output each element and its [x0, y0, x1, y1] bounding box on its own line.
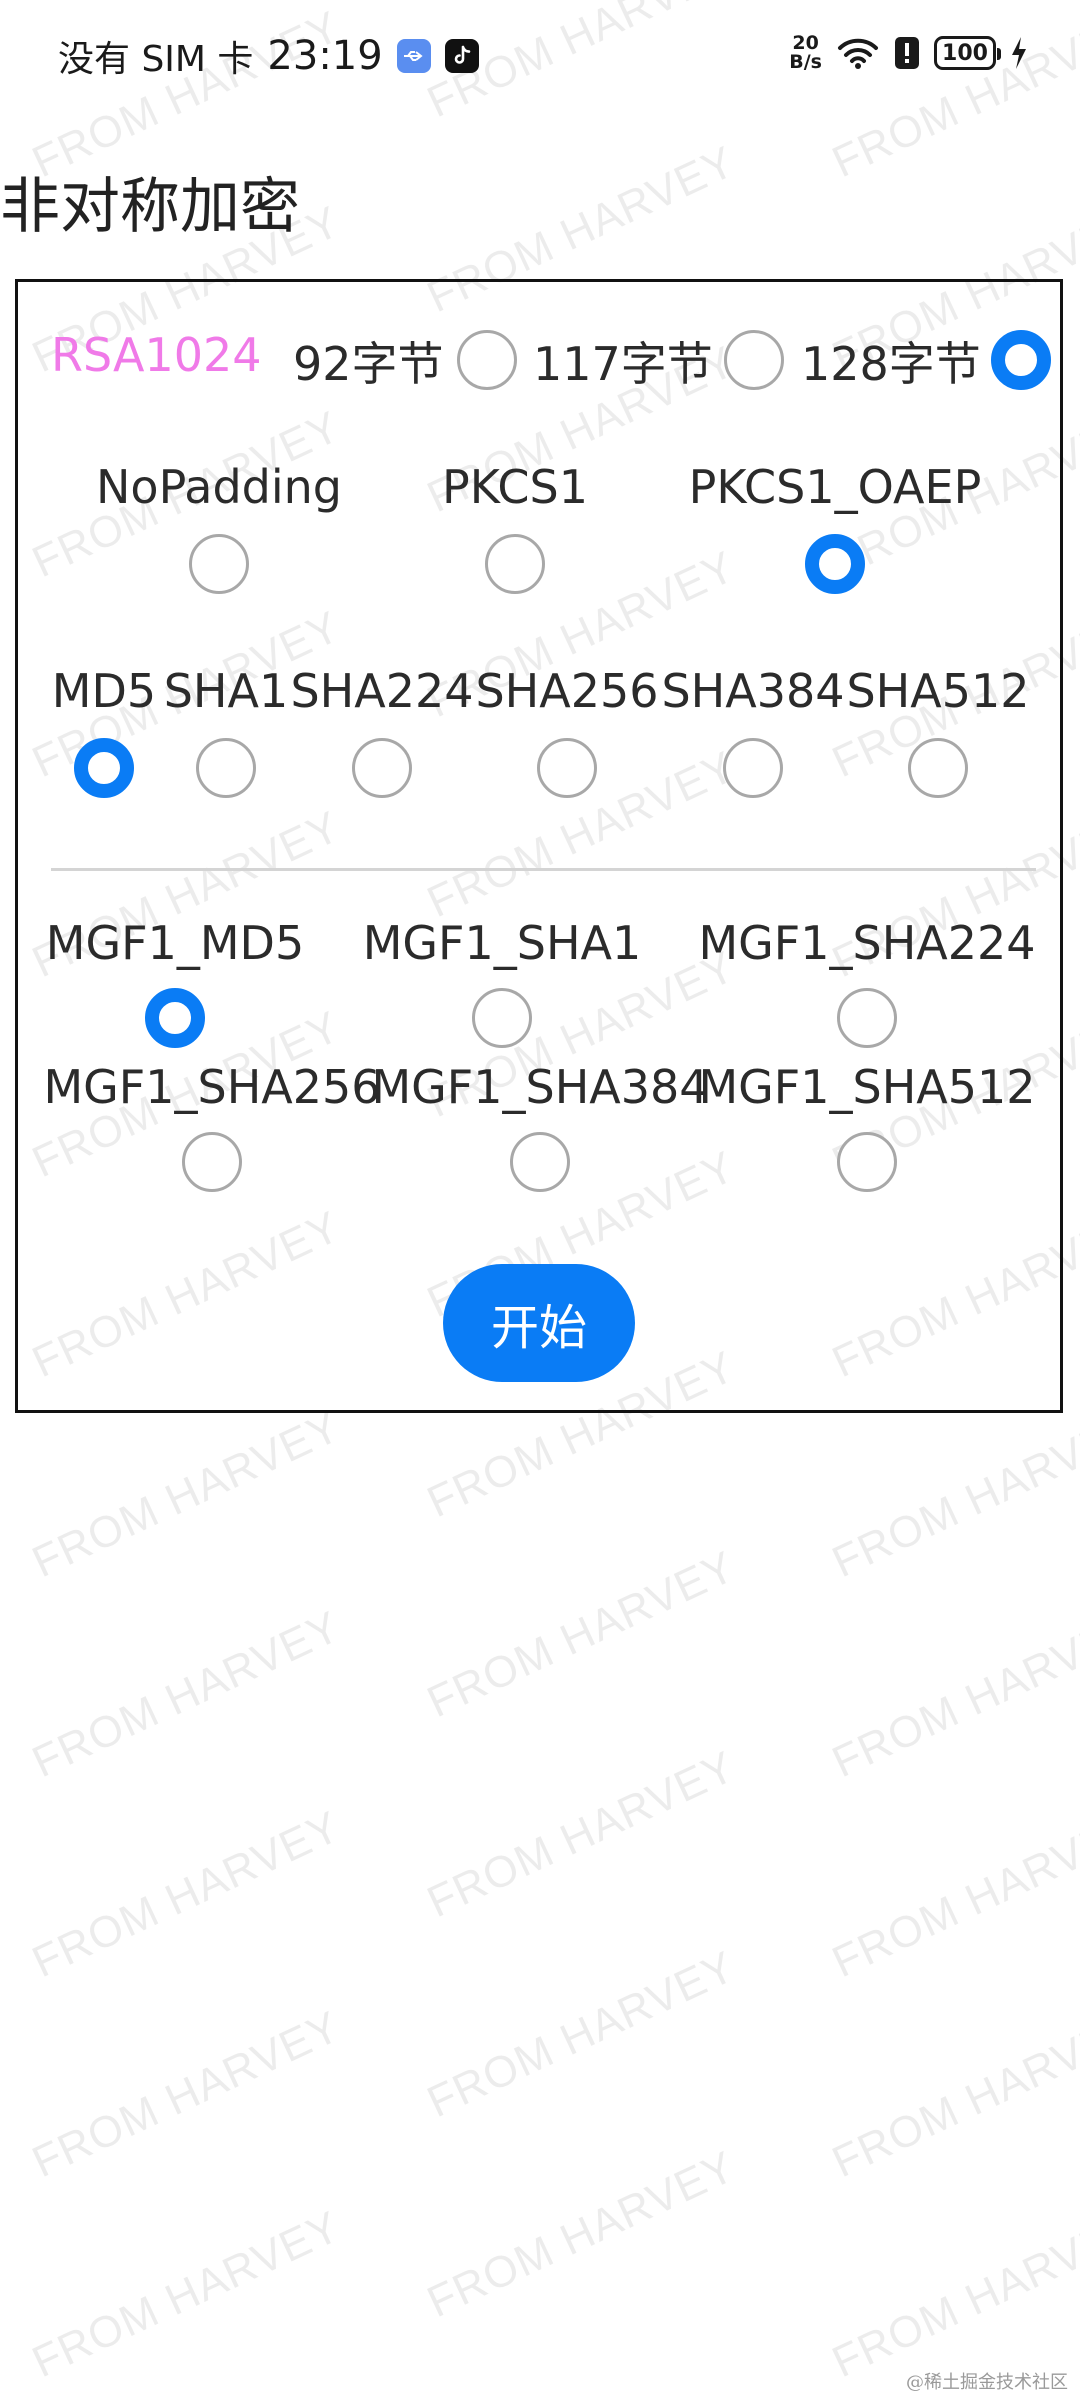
watermark-text: FROM HARVEY [25, 2001, 348, 2188]
watermark-text: FROM HARVEY [825, 2201, 1080, 2388]
charging-icon [1010, 36, 1028, 70]
padding-pkcs1-radio[interactable] [485, 534, 545, 594]
clock: 23:19 [267, 33, 383, 79]
mgf-sha1-radio[interactable] [472, 988, 532, 1048]
section-divider [51, 868, 1036, 871]
algorithm-label: RSA1024 [51, 328, 262, 382]
mgf-md5-radio[interactable] [145, 988, 205, 1048]
watermark-text: FROM HARVEY [25, 2201, 348, 2388]
key-size-128-radio[interactable] [991, 330, 1051, 390]
watermark-text: FROM HARVEY [825, 1401, 1080, 1588]
digest-label-sha224: SHA224 [290, 664, 474, 718]
watermark-text: FROM HARVEY [420, 1541, 743, 1728]
mgf-label-md5: MGF1_MD5 [45, 916, 305, 970]
mgf-sha384-radio[interactable] [510, 1132, 570, 1192]
tiktok-icon [444, 39, 479, 73]
source-watermark: @稀土掘金技术社区 [906, 2372, 1068, 2393]
battery-icon: 100 [934, 36, 1001, 70]
padding-label-nopadding: NoPadding [96, 460, 342, 514]
watermark-text: FROM HARVEY [25, 1401, 348, 1588]
digest-sha224-radio[interactable] [352, 738, 412, 798]
key-size-117-radio[interactable] [724, 330, 784, 390]
padding-label-pkcs1-oaep: PKCS1_OAEP [688, 460, 982, 514]
watermark-text: FROM HARVEY [825, 1801, 1080, 1988]
network-speed-unit: B/s [789, 51, 822, 73]
digest-sha256-radio[interactable] [537, 738, 597, 798]
digest-label-sha384: SHA384 [661, 664, 845, 718]
digest-sha512-radio[interactable] [908, 738, 968, 798]
digest-label-md5: MD5 [51, 664, 157, 718]
watermark-text: FROM HARVEY [420, 1941, 743, 2128]
mgf-label-sha512: MGF1_SHA512 [698, 1060, 1036, 1114]
watermark-text: FROM HARVEY [825, 2001, 1080, 2188]
watermark-text: FROM HARVEY [420, 1741, 743, 1928]
digest-label-sha1: SHA1 [163, 664, 289, 718]
alert-icon [894, 36, 920, 70]
mgf-label-sha256: MGF1_SHA256 [43, 1060, 381, 1114]
carrier-text: 没有 SIM 卡 [58, 39, 254, 80]
digest-label-sha256: SHA256 [475, 664, 659, 718]
start-button[interactable]: 开始 [443, 1264, 635, 1382]
mgf-sha256-radio[interactable] [182, 1132, 242, 1192]
watermark-text: FROM HARVEY [825, 1601, 1080, 1788]
key-size-label-92: 92字节 [293, 337, 444, 391]
status-bar-right: 20 B/s 100 [789, 34, 1028, 72]
network-speed: 20 B/s [789, 34, 822, 72]
mgf-label-sha1: MGF1_SHA1 [362, 916, 642, 970]
watermark-text: FROM HARVEY [25, 1601, 348, 1788]
status-bar-left: 没有 SIM 卡 23:19 [58, 30, 479, 82]
usb-icon [396, 39, 431, 73]
mgf-sha512-radio[interactable] [837, 1132, 897, 1192]
wifi-icon [836, 36, 880, 70]
digest-label-sha512: SHA512 [846, 664, 1030, 718]
encryption-options-panel: RSA1024 92字节 117字节 128字节 NoPadding PKCS1… [15, 279, 1063, 1413]
key-size-92-radio[interactable] [457, 330, 517, 390]
watermark-text: FROM HARVEY [420, 2141, 743, 2328]
watermark-text: FROM HARVEY [25, 1801, 348, 1988]
digest-md5-radio[interactable] [74, 738, 134, 798]
page-title: 非对称加密 [0, 172, 300, 242]
status-bar: 没有 SIM 卡 23:19 20 B/s 100 [0, 0, 1080, 115]
padding-nopadding-radio[interactable] [189, 534, 249, 594]
key-size-label-117: 117字节 [533, 337, 713, 391]
key-size-label-128: 128字节 [801, 337, 981, 391]
padding-pkcs1-oaep-radio[interactable] [805, 534, 865, 594]
padding-label-pkcs1: PKCS1 [442, 460, 588, 514]
mgf-label-sha384: MGF1_SHA384 [371, 1060, 709, 1114]
digest-sha1-radio[interactable] [196, 738, 256, 798]
digest-sha384-radio[interactable] [723, 738, 783, 798]
battery-level: 100 [942, 40, 988, 66]
mgf-sha224-radio[interactable] [837, 988, 897, 1048]
mgf-label-sha224: MGF1_SHA224 [698, 916, 1036, 970]
